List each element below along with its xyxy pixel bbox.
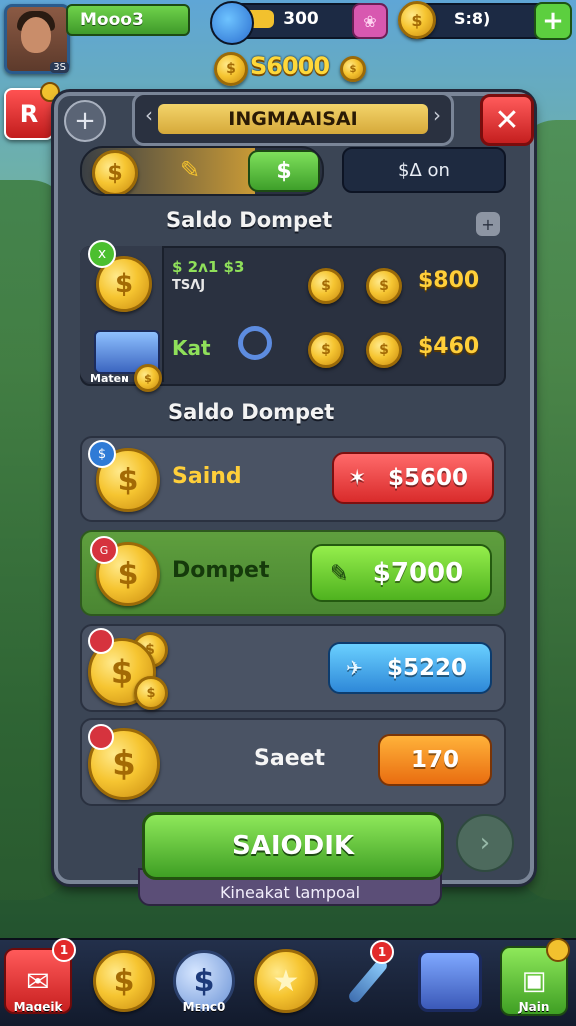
offer-label: Dompet [172, 558, 270, 583]
notification-badge [546, 938, 570, 962]
feather-icon: ✎ [180, 156, 201, 184]
offer-price: 170 [410, 747, 459, 773]
wallet-row-label: Kat [172, 336, 211, 360]
avatar-face [21, 17, 51, 53]
gold-resource-bar[interactable]: $ S:8) + [398, 1, 572, 40]
check-badge-icon: x [88, 240, 116, 268]
add-energy-button[interactable]: ❀ [352, 3, 388, 39]
wallet-section-title: Saldo Dompet [166, 208, 333, 232]
add-gold-button[interactable]: + [534, 2, 572, 40]
gold-value: S:8) [454, 9, 491, 28]
offer-price: $5600 [387, 465, 469, 491]
nav-mail[interactable]: ✉ 1 Maɑeik [4, 938, 76, 1018]
nav-main[interactable]: ▣ Ɲain [500, 938, 570, 1018]
total-coins: $ S6000 $ [214, 50, 366, 86]
panel-title: INGMAAISAI [158, 104, 428, 134]
offer-price-button[interactable]: ✶ $5600 [332, 452, 494, 504]
nav-tools[interactable]: 1 [334, 940, 402, 1018]
offer-price-button[interactable]: 170 [378, 734, 492, 786]
star-icon: ✶ [348, 465, 367, 491]
total-coins-value: S6000 [250, 52, 330, 80]
wallet-row-sub-label: TSɅJ [172, 278, 206, 293]
nav-coins[interactable]: $ [90, 944, 158, 1018]
coin-icon: $ [214, 52, 248, 86]
coin-icon: $ [134, 676, 168, 710]
nav-label: Maɑeik [13, 1000, 63, 1014]
coin-icon: $ [92, 150, 138, 194]
nav-shop[interactable]: $ Mᴇnc0 [170, 944, 238, 1018]
offer-label: Saeet [254, 746, 326, 771]
panel-title-bar: ‹ INGMAAISAI › [132, 92, 454, 146]
money-toggle[interactable]: $ᐃ on [342, 147, 506, 193]
edit-icon: ✎ [330, 560, 349, 586]
notification-badge: 1 [370, 940, 394, 964]
coin-icon: $ [308, 268, 344, 304]
ring-icon [238, 326, 272, 360]
wallet-row-caption: Mateɴ [90, 372, 129, 385]
coin-icon: $ [93, 950, 155, 1012]
nav-inventory[interactable] [416, 944, 484, 1018]
player-avatar[interactable]: 3S [4, 4, 70, 74]
add-button[interactable]: + [64, 100, 106, 142]
coin-icon: $ [398, 1, 436, 39]
wand-icon [346, 957, 390, 1005]
wallet-row-value: $800 [418, 268, 480, 293]
progress-knob[interactable]: $ [248, 150, 320, 192]
avatar-tag: 3S [50, 62, 69, 73]
side-menu-label: R [19, 100, 39, 128]
expand-button[interactable]: + [476, 212, 500, 236]
gift-badge-icon: G [90, 536, 118, 564]
next-arrow-button[interactable]: › [456, 814, 514, 872]
chevron-left-icon[interactable]: ‹ [145, 103, 153, 127]
star-coin-icon: ★ [254, 949, 318, 1013]
offers-section-title: Saldo Dompet [168, 400, 335, 424]
nav-label: Mᴇnc0 [182, 1000, 226, 1014]
wallet-row-value: $460 [418, 334, 480, 359]
offer-price: $7000 [372, 558, 464, 588]
nav-favorites[interactable]: ★ [252, 944, 320, 1018]
coin-icon: $ [366, 268, 402, 304]
dollar-badge-icon: $ [88, 440, 116, 468]
offer-label: Saind [172, 464, 242, 489]
coin-icon: $ [366, 332, 402, 368]
coin-icon: $ [308, 332, 344, 368]
primary-action-button[interactable]: SAIODIK [142, 812, 444, 880]
gift-badge-icon [88, 724, 114, 750]
energy-resource-bar[interactable]: 300 ❀ [210, 1, 388, 45]
gift-badge-icon [88, 628, 114, 654]
nav-label: Ɲain [518, 1000, 550, 1014]
side-menu-button[interactable]: R [4, 82, 60, 140]
wallet-row-top-label: $ 2ᴧ1 $3 [172, 258, 245, 276]
backpack-icon [418, 950, 482, 1012]
player-name[interactable]: Mooo3 [66, 4, 190, 36]
close-button[interactable]: ✕ [480, 94, 534, 146]
bird-icon: ✈ [346, 656, 363, 680]
chevron-right-icon[interactable]: › [433, 103, 441, 127]
notification-badge: 1 [52, 938, 76, 962]
offer-price: $5220 [386, 655, 468, 681]
offer-price-button[interactable]: ✎ $7000 [310, 544, 492, 602]
coin-icon: $ [340, 56, 366, 82]
coin-progress-bar: $ ✎ $ [80, 146, 324, 196]
offer-price-button[interactable]: ✈ $5220 [328, 642, 492, 694]
coin-icon: $ [134, 364, 162, 392]
